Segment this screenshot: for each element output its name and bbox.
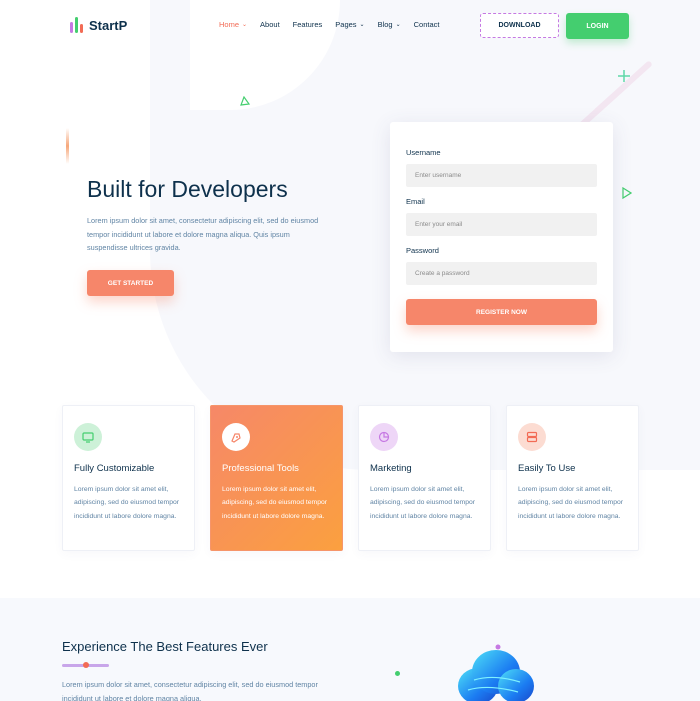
navbar: StartP Home ⌄ About Features Pages ⌄ Blog ⌄ Cont…	[0, 0, 700, 52]
decorative-dot	[395, 671, 400, 676]
pen-tool-icon	[222, 423, 250, 451]
feature-text: Lorem ipsum dolor sit amet elit, adipisc…	[518, 486, 624, 520]
nav-item-about[interactable]: About	[260, 20, 280, 29]
hero-title: Built for Developers	[87, 176, 288, 202]
section-description: Lorem ipsum dolor sit amet, consectetur …	[62, 680, 318, 701]
nav-item-label: Contact	[413, 20, 440, 29]
triangle-shape-icon	[622, 187, 632, 200]
chevron-down-icon: ⌄	[395, 22, 401, 28]
logo-text: StartP	[89, 17, 128, 33]
download-button[interactable]: DOWNLOAD	[480, 13, 559, 38]
nav-item-label: Home	[219, 20, 240, 29]
feature-title: Fully Customizable	[74, 463, 155, 474]
cloud-illustration-icon	[458, 644, 534, 701]
triangle-shape-icon	[240, 96, 251, 106]
hero-description: Lorem ipsum dolor sit amet, consectetur …	[87, 216, 319, 252]
get-started-button[interactable]: GET STARTED	[87, 270, 174, 296]
plus-shape-icon	[618, 70, 630, 82]
nav-item-label: About	[260, 20, 280, 29]
chevron-down-icon: ⌄	[242, 22, 248, 28]
nav-item-label: Blog	[377, 20, 393, 29]
email-label: Email	[406, 197, 425, 206]
username-label: Username	[406, 148, 441, 157]
features-overview-section: Experience The Best Features Ever Lorem …	[0, 598, 700, 701]
nav-item-label: Pages	[335, 20, 357, 29]
server-icon	[518, 423, 546, 451]
email-input[interactable]	[406, 213, 597, 236]
feature-box[interactable]: Fully Customizable Lorem ipsum dolor sit…	[62, 405, 195, 551]
login-button[interactable]: LOGIN	[566, 13, 629, 39]
pie-chart-icon	[370, 423, 398, 451]
register-form: Username Email Password REGISTER NOW	[390, 122, 613, 352]
feature-title: Marketing	[370, 463, 412, 474]
username-input[interactable]	[406, 164, 597, 187]
nav-item-blog[interactable]: Blog ⌄	[378, 20, 401, 29]
feature-title: Professional Tools	[222, 463, 299, 474]
feature-box[interactable]: Marketing Lorem ipsum dolor sit amet eli…	[358, 405, 491, 551]
nav-item-home[interactable]: Home ⌄	[219, 20, 247, 29]
title-underline-dot	[83, 662, 89, 668]
nav-item-features[interactable]: Features	[293, 20, 323, 29]
password-input[interactable]	[406, 262, 597, 285]
feature-text: Lorem ipsum dolor sit amet elit, adipisc…	[74, 486, 180, 520]
feature-box-active[interactable]: Professional Tools Lorem ipsum dolor sit…	[210, 405, 343, 551]
register-now-button[interactable]: REGISTER NOW	[406, 299, 597, 325]
monitor-icon	[74, 423, 102, 451]
feature-title: Easily To Use	[518, 463, 576, 474]
feature-text: Lorem ipsum dolor sit amet elit, adipisc…	[370, 486, 476, 520]
features-section: Fully Customizable Lorem ipsum dolor sit…	[62, 405, 639, 551]
feature-text: Lorem ipsum dolor sit amet elit, adipisc…	[222, 486, 328, 520]
chevron-down-icon: ⌄	[359, 22, 365, 28]
decorative-orange-bar	[66, 128, 69, 164]
logo[interactable]: StartP	[70, 17, 127, 33]
section-title: Experience The Best Features Ever	[62, 639, 268, 654]
nav-item-contact[interactable]: Contact	[414, 20, 440, 29]
nav-item-label: Features	[292, 20, 323, 29]
nav-item-pages[interactable]: Pages ⌄	[335, 20, 364, 29]
password-label: Password	[406, 246, 439, 255]
feature-box[interactable]: Easily To Use Lorem ipsum dolor sit amet…	[506, 405, 639, 551]
logo-bars-icon	[70, 17, 83, 33]
nav-menu: Home ⌄ About Features Pages ⌄ Blog ⌄ Contact	[219, 20, 452, 29]
